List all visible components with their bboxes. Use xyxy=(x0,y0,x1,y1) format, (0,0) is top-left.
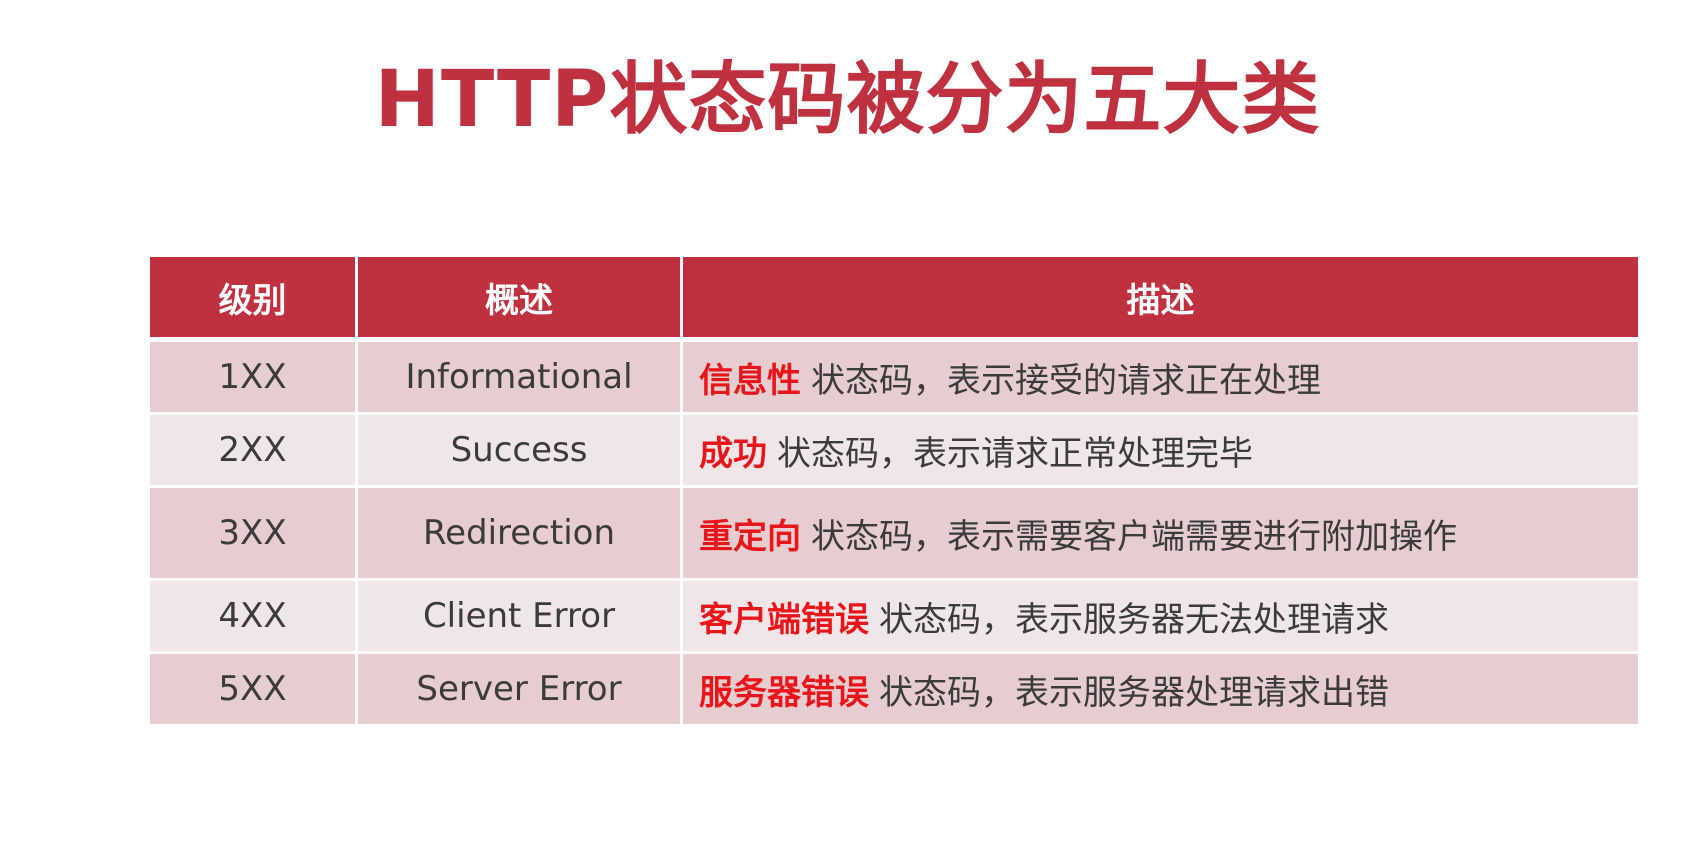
description-cell: 重定向 状态码，表示需要客户端需要进行附加操作 xyxy=(683,488,1638,581)
table-header: 级别 概述 描述 xyxy=(150,257,1638,342)
header-description: 描述 xyxy=(683,257,1638,342)
description-cell: 客户端错误 状态码，表示服务器无法处理请求 xyxy=(683,581,1638,654)
slide: HTTP状态码被分为五大类 级别 概述 描述 1XX Informational… xyxy=(0,0,1695,851)
summary-cell: Server Error xyxy=(358,654,683,727)
description-cell: 信息性 状态码，表示接受的请求正在处理 xyxy=(683,342,1638,415)
category-highlight: 重定向 xyxy=(699,516,801,557)
level-cell: 1XX xyxy=(150,342,358,415)
category-highlight: 信息性 xyxy=(699,360,801,401)
header-row: 级别 概述 描述 xyxy=(150,257,1638,342)
table-row: 1XX Informational 信息性 状态码，表示接受的请求正在处理 xyxy=(150,342,1638,415)
description-text: 状态码，表示请求正常处理完毕 xyxy=(777,433,1253,474)
status-code-table: 级别 概述 描述 1XX Informational 信息性 状态码，表示接受的请… xyxy=(150,257,1638,727)
table-row: 3XX Redirection 重定向 状态码，表示需要客户端需要进行附加操作 xyxy=(150,488,1638,581)
summary-cell: Client Error xyxy=(358,581,683,654)
status-code-table-container: 级别 概述 描述 1XX Informational 信息性 状态码，表示接受的请… xyxy=(150,257,1638,727)
category-highlight: 客户端错误 xyxy=(699,599,869,640)
level-cell: 2XX xyxy=(150,415,358,488)
level-cell: 5XX xyxy=(150,654,358,727)
summary-cell: Redirection xyxy=(358,488,683,581)
table-body: 1XX Informational 信息性 状态码，表示接受的请求正在处理 2XX… xyxy=(150,342,1638,727)
header-level: 级别 xyxy=(150,257,358,342)
level-cell: 3XX xyxy=(150,488,358,581)
header-summary: 概述 xyxy=(358,257,683,342)
description-text: 状态码，表示服务器无法处理请求 xyxy=(879,599,1389,640)
page-title: HTTP状态码被分为五大类 xyxy=(374,55,1321,145)
summary-cell: Informational xyxy=(358,342,683,415)
table-row: 2XX Success 成功 状态码，表示请求正常处理完毕 xyxy=(150,415,1638,488)
level-cell: 4XX xyxy=(150,581,358,654)
description-text: 状态码，表示需要客户端需要进行附加操作 xyxy=(811,516,1457,557)
description-text: 状态码，表示服务器处理请求出错 xyxy=(879,672,1389,713)
category-highlight: 服务器错误 xyxy=(699,672,869,713)
summary-cell: Success xyxy=(358,415,683,488)
category-highlight: 成功 xyxy=(699,433,767,474)
description-cell: 成功 状态码，表示请求正常处理完毕 xyxy=(683,415,1638,488)
table-row: 5XX Server Error 服务器错误 状态码，表示服务器处理请求出错 xyxy=(150,654,1638,727)
description-text: 状态码，表示接受的请求正在处理 xyxy=(811,360,1321,401)
table-row: 4XX Client Error 客户端错误 状态码，表示服务器无法处理请求 xyxy=(150,581,1638,654)
description-cell: 服务器错误 状态码，表示服务器处理请求出错 xyxy=(683,654,1638,727)
